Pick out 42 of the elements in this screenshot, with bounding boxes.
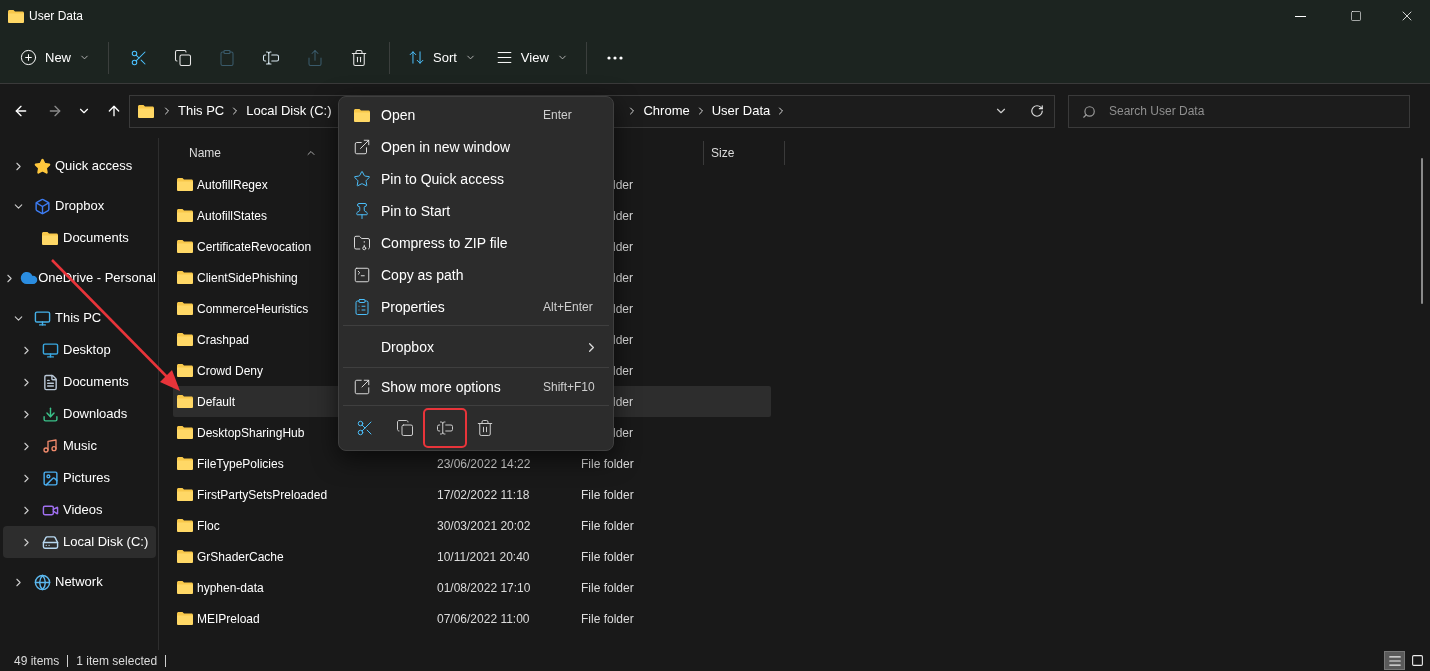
file-name: Floc <box>197 517 220 535</box>
type-cell-text: File folder <box>581 486 634 504</box>
file-name: FirstPartySetsPreloaded <box>197 486 328 504</box>
shortcut-text: Shift+F10 <box>543 379 596 396</box>
type-cell-text: lder <box>613 393 633 411</box>
type-cell-text: lder <box>613 176 633 194</box>
type-cell-text: File folder <box>581 579 634 597</box>
type-cell-text: lder <box>613 424 633 442</box>
file-name: hyphen-data <box>197 579 264 597</box>
type-cell-text: lder <box>613 238 633 256</box>
shortcut-text: Enter <box>543 107 573 124</box>
status-text: 1 item selected <box>76 652 158 670</box>
type-cell-text: lder <box>613 331 633 349</box>
file-name: AutofillRegex <box>197 176 268 194</box>
date-cell-text: 17/02/2022 11:18 <box>437 486 530 504</box>
date-cell-text: 23/06/2022 14:22 <box>437 455 531 473</box>
date-cell-text: 01/08/2022 17:10 <box>437 579 531 597</box>
date-cell-text: 07/06/2022 11:00 <box>437 610 530 628</box>
type-cell-text: lder <box>613 300 633 318</box>
shortcut-text: Alt+Enter <box>543 299 594 316</box>
file-name: CertificateRevocation <box>197 238 312 256</box>
window-title: User Data <box>29 8 85 25</box>
status-text: 49 items <box>14 652 60 670</box>
file-name: ClientSidePhishing <box>197 269 298 287</box>
type-cell-text: lder <box>613 269 633 287</box>
file-name: CommerceHeuristics <box>197 300 309 318</box>
file-name: MEIPreload <box>197 610 260 628</box>
type-cell-text: lder <box>613 207 633 225</box>
file-name: Crowd Deny <box>197 362 264 380</box>
type-cell-text: File folder <box>581 610 634 628</box>
type-cell-text: File folder <box>581 455 634 473</box>
type-cell-text: File folder <box>581 548 634 566</box>
file-name: Crashpad <box>197 331 250 349</box>
file-name: FileTypePolicies <box>197 455 284 473</box>
file-name: DesktopSharingHub <box>197 424 305 442</box>
type-cell-text: lder <box>613 362 633 380</box>
type-cell-text: File folder <box>581 517 634 535</box>
file-name: GrShaderCache <box>197 548 284 566</box>
file-name: Default <box>197 393 236 411</box>
file-name: AutofillStates <box>197 207 268 225</box>
date-cell-text: 10/11/2021 20:40 <box>437 548 530 566</box>
date-cell-text: 30/03/2021 20:02 <box>437 517 531 535</box>
